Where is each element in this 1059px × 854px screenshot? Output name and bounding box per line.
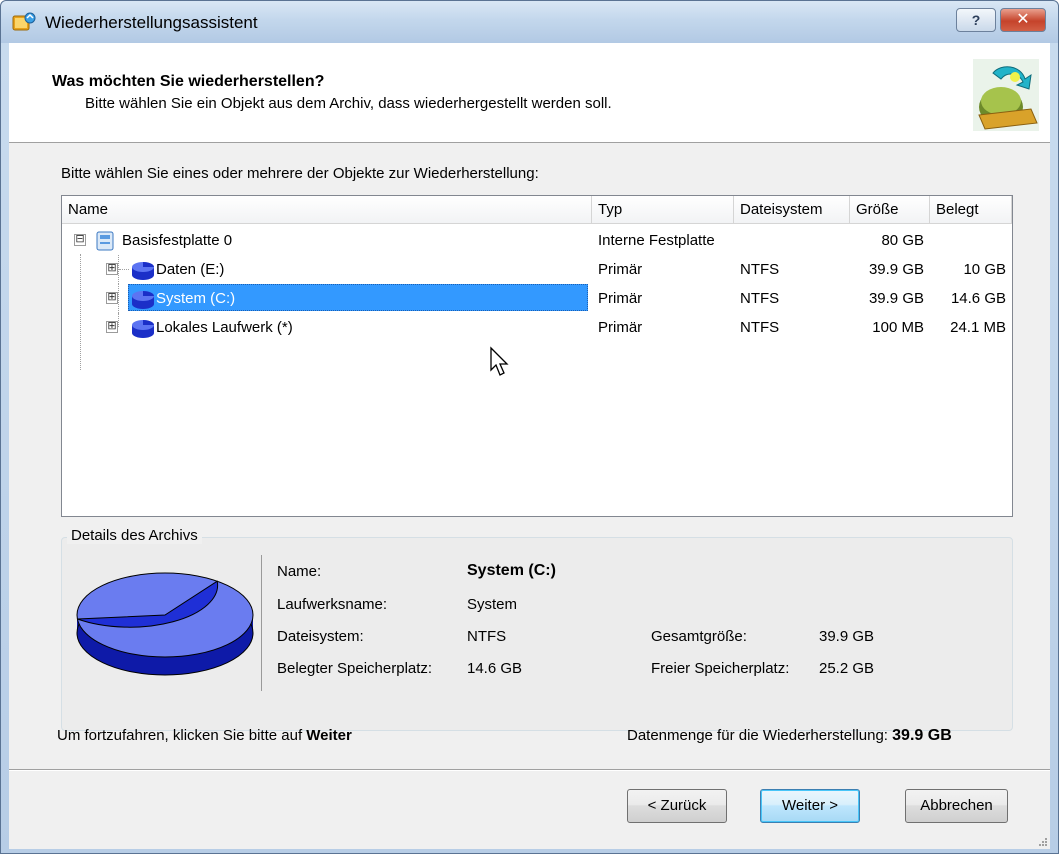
detail-used-value: 14.6 GB (467, 660, 523, 677)
continue-hint: Um fortzufahren, klicken Sie bitte auf W… (57, 727, 352, 744)
tree-connector (118, 313, 119, 327)
detail-name-value: System (C:) (467, 562, 556, 579)
row-size: 39.9 GB (868, 290, 924, 307)
row-type: Primär (598, 261, 643, 278)
expand-icon[interactable]: ⊞ (106, 321, 118, 333)
restore-wizard-icon (12, 12, 36, 31)
window-title: Wiederherstellungsassistent (45, 13, 258, 32)
hard-disk-icon (96, 231, 114, 251)
detail-fs-value: NTFS (467, 628, 507, 645)
next-button[interactable]: Weiter > (760, 789, 860, 823)
title-bar[interactable]: Wiederherstellungsassistent ? ✕ (1, 1, 1058, 43)
row-used (930, 226, 1012, 255)
archive-object-tree[interactable]: Name Typ Dateisystem Größe Belegt ⊟ Basi… (61, 195, 1013, 517)
collapse-icon[interactable]: ⊟ (74, 234, 86, 246)
row-filesystem: NTFS (740, 290, 780, 307)
detail-used-label: Belegter Speicherplatz: (277, 660, 433, 677)
column-header-used[interactable]: Belegt (930, 196, 1012, 224)
resize-grip-icon[interactable] (1036, 835, 1048, 847)
tree-row[interactable]: ⊞ Daten (E:) Primär NTFS 39.9 GB 10 GB (62, 255, 1012, 284)
row-name: System (C:) (156, 290, 236, 307)
cancel-button[interactable]: Abbrechen (905, 789, 1008, 823)
detail-name-label: Name: (277, 563, 322, 580)
back-button[interactable]: < Zurück (627, 789, 727, 823)
partition-icon (132, 262, 154, 280)
continue-hint-bold: Weiter (306, 727, 352, 744)
row-type: Interne Festplatte (598, 232, 715, 249)
row-size: 39.9 GB (868, 261, 924, 278)
page-title: Was möchten Sie wiederherstellen? (52, 73, 325, 90)
row-name: Lokales Laufwerk (*) (156, 319, 293, 336)
detail-drive-value: System (467, 596, 518, 613)
wizard-header: Was möchten Sie wiederherstellen? Bitte … (9, 43, 1050, 143)
help-button[interactable]: ? (956, 8, 996, 32)
row-name: Daten (E:) (156, 261, 225, 278)
tree-connector (118, 284, 119, 313)
expand-icon[interactable]: ⊞ (106, 292, 118, 304)
restore-amount-label: Datenmenge für die Wiederherstellung: (627, 727, 893, 744)
row-size: 80 GB (881, 232, 924, 249)
row-type: Primär (598, 319, 643, 336)
tree-connector (119, 269, 129, 270)
archive-details-legend: Details des Archivs (67, 527, 202, 544)
tree-row-selected[interactable]: ⊞ System (C:) Primär NTFS 39.9 GB 14.6 G… (62, 284, 1012, 313)
row-used: 24.1 MB (950, 319, 1006, 336)
tree-header: Name Typ Dateisystem Größe Belegt (62, 196, 1012, 224)
restore-disk-icon (973, 59, 1039, 131)
selection-prompt: Bitte wählen Sie eines oder mehrere der … (61, 165, 539, 182)
continue-hint-text: Um fortzufahren, klicken Sie bitte auf (57, 727, 307, 744)
row-name: Basisfestplatte 0 (122, 232, 233, 249)
partition-icon (132, 291, 154, 309)
column-header-size[interactable]: Größe (850, 196, 930, 224)
row-size: 100 MB (872, 319, 924, 336)
row-filesystem: NTFS (740, 261, 780, 278)
wizard-client-area: Was möchten Sie wiederherstellen? Bitte … (9, 43, 1050, 849)
footer-separator (9, 769, 1050, 771)
row-filesystem: NTFS (740, 319, 780, 336)
tree-row[interactable]: ⊟ Basisfestplatte 0 Interne Festplatte 8… (62, 226, 1012, 255)
column-header-type[interactable]: Typ (592, 196, 734, 224)
details-divider (261, 555, 262, 691)
column-header-name[interactable]: Name (62, 196, 592, 224)
row-used: 10 GB (963, 261, 1006, 278)
wizard-window: Wiederherstellungsassistent ? ✕ Was möch… (0, 0, 1059, 854)
row-used: 14.6 GB (950, 290, 1006, 307)
mouse-pointer-icon (490, 346, 509, 376)
disk-usage-pie-chart (76, 572, 254, 676)
detail-drive-label: Laufwerksname: (277, 596, 388, 613)
tree-row[interactable]: ⊞ Lokales Laufwerk (*) Primär NTFS 100 M… (62, 313, 1012, 342)
detail-total-value: 39.9 GB (819, 628, 875, 645)
page-subtitle: Bitte wählen Sie ein Objekt aus dem Arch… (85, 95, 612, 112)
detail-fs-label: Dateisystem: (277, 628, 364, 645)
detail-free-label: Freier Speicherplatz: (651, 660, 790, 677)
column-header-filesystem[interactable]: Dateisystem (734, 196, 850, 224)
close-button[interactable]: ✕ (1000, 8, 1046, 32)
detail-total-label: Gesamtgröße: (651, 628, 747, 645)
row-type: Primär (598, 290, 643, 307)
restore-amount: Datenmenge für die Wiederherstellung: 39… (627, 727, 952, 745)
detail-free-value: 25.2 GB (819, 660, 875, 677)
partition-icon (132, 320, 154, 338)
expand-icon[interactable]: ⊞ (106, 263, 118, 275)
restore-amount-value: 39.9 GB (892, 727, 952, 744)
